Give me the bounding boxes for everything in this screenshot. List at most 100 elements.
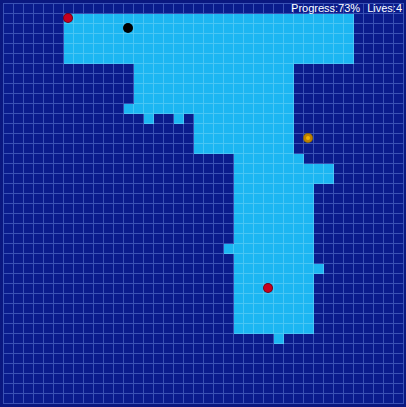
empty-cell <box>214 314 224 324</box>
filled-cell <box>144 44 154 54</box>
filled-cell <box>174 64 184 74</box>
filled-cell <box>64 24 74 34</box>
empty-cell <box>344 104 354 114</box>
filled-cell <box>214 114 224 124</box>
empty-cell <box>344 74 354 84</box>
empty-cell <box>14 294 24 304</box>
empty-cell <box>384 204 394 214</box>
empty-cell <box>54 34 64 44</box>
filled-cell <box>264 184 274 194</box>
empty-cell <box>294 124 304 134</box>
empty-cell <box>44 54 54 64</box>
empty-cell <box>4 44 14 54</box>
empty-cell <box>374 204 384 214</box>
empty-cell <box>74 104 84 114</box>
filled-cell <box>194 94 204 104</box>
empty-cell <box>144 384 154 394</box>
empty-cell <box>354 254 364 264</box>
empty-cell <box>144 244 154 254</box>
empty-cell <box>194 184 204 194</box>
empty-cell <box>24 394 34 404</box>
empty-cell <box>364 244 374 254</box>
empty-cell <box>24 284 34 294</box>
empty-cell <box>44 24 54 34</box>
filled-cell <box>294 184 304 194</box>
empty-cell <box>184 134 194 144</box>
empty-cell <box>314 224 324 234</box>
empty-cell <box>184 294 194 304</box>
empty-cell <box>14 354 24 364</box>
empty-cell <box>34 264 44 274</box>
empty-cell <box>394 244 404 254</box>
empty-cell <box>44 274 54 284</box>
empty-cell <box>24 274 34 284</box>
empty-cell <box>114 204 124 214</box>
empty-cell <box>364 104 374 114</box>
empty-cell <box>84 274 94 284</box>
empty-cell <box>214 164 224 174</box>
filled-cell <box>244 214 254 224</box>
player-icon[interactable] <box>303 133 313 143</box>
empty-cell <box>34 274 44 284</box>
empty-cell <box>304 354 314 364</box>
empty-cell <box>354 144 364 154</box>
filled-cell <box>174 114 184 124</box>
empty-cell <box>44 184 54 194</box>
filled-cell <box>254 24 264 34</box>
empty-cell <box>324 354 334 364</box>
empty-cell <box>224 294 234 304</box>
empty-cell <box>194 354 204 364</box>
filled-cell <box>304 24 314 34</box>
filled-cell <box>154 34 164 44</box>
empty-cell <box>304 74 314 84</box>
empty-cell <box>194 154 204 164</box>
empty-cell <box>334 184 344 194</box>
empty-cell <box>324 154 334 164</box>
empty-cell <box>194 174 204 184</box>
empty-cell <box>384 214 394 224</box>
empty-cell <box>314 214 324 224</box>
filled-cell <box>244 134 254 144</box>
empty-cell <box>204 344 214 354</box>
empty-cell <box>24 314 34 324</box>
empty-cell <box>144 4 154 14</box>
empty-cell <box>364 214 374 224</box>
filled-cell <box>304 184 314 194</box>
game-board[interactable] <box>3 3 404 404</box>
empty-cell <box>164 274 174 284</box>
filled-cell <box>254 224 264 234</box>
filled-cell <box>194 14 204 24</box>
empty-cell <box>24 174 34 184</box>
empty-cell <box>104 124 114 134</box>
empty-cell <box>14 124 24 134</box>
empty-cell <box>24 364 34 374</box>
empty-cell <box>34 244 44 254</box>
empty-cell <box>184 4 194 14</box>
empty-cell <box>374 244 384 254</box>
empty-cell <box>174 344 184 354</box>
empty-cell <box>74 234 84 244</box>
empty-cell <box>4 354 14 364</box>
empty-cell <box>84 384 94 394</box>
filled-cell <box>224 34 234 44</box>
empty-cell <box>164 134 174 144</box>
filled-cell <box>294 204 304 214</box>
empty-cell <box>224 284 234 294</box>
status-bar: Progress:73% Lives:4 <box>291 2 402 15</box>
empty-cell <box>194 374 204 384</box>
empty-cell <box>74 184 84 194</box>
filled-cell <box>334 34 344 44</box>
filled-cell <box>234 74 244 84</box>
empty-cell <box>394 204 404 214</box>
filled-cell <box>254 194 264 204</box>
filled-cell <box>344 54 354 64</box>
empty-cell <box>134 264 144 274</box>
filled-cell <box>264 164 274 174</box>
empty-cell <box>374 384 384 394</box>
filled-cell <box>244 274 254 284</box>
empty-cell <box>114 164 124 174</box>
empty-cell <box>44 124 54 134</box>
empty-cell <box>364 74 374 84</box>
empty-cell <box>374 324 384 334</box>
filled-cell <box>264 254 274 264</box>
